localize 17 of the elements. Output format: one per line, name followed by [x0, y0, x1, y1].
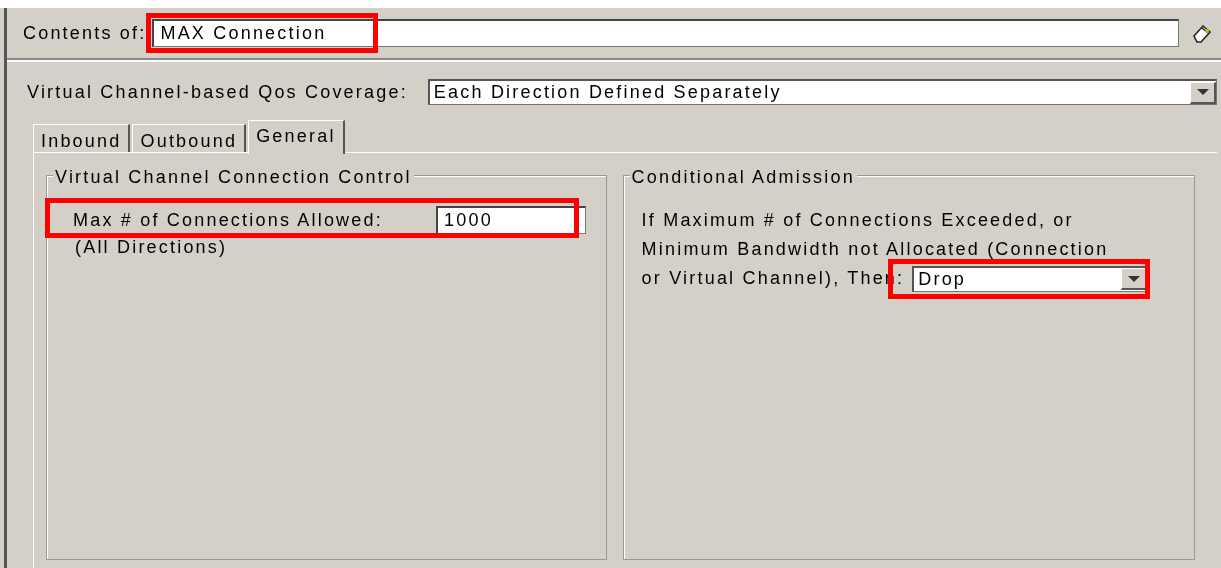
description-text: Minimum Bandwidth not Allocated (Connection	[641, 238, 1110, 261]
note-text: (All Directions)	[75, 236, 229, 259]
description-text: If Maximum # of Connections Exceeded, or	[641, 209, 1075, 232]
tab[interactable]: General	[248, 120, 345, 154]
tab[interactable]: Inbound	[33, 124, 131, 152]
coverage-dropdown[interactable]: Each Direction Defined Separately	[427, 79, 1217, 105]
tab[interactable]: Outbound	[132, 124, 247, 152]
field-label: Max # of Connections Allowed:	[73, 208, 384, 232]
name-field[interactable]: MAX Connection	[152, 19, 1179, 47]
field-label: Virtual Channel-based Qos Coverage:	[27, 80, 408, 104]
dropdown-button[interactable]	[1121, 268, 1148, 290]
number-field[interactable]: 1000	[436, 206, 586, 234]
field-label: Contents of:	[23, 21, 147, 45]
dropdown-button[interactable]	[1190, 81, 1216, 104]
dropdown-arrow-icon	[1127, 275, 1140, 282]
eraser-icon[interactable]	[1191, 22, 1213, 44]
dropdown-arrow-icon	[1196, 89, 1209, 95]
